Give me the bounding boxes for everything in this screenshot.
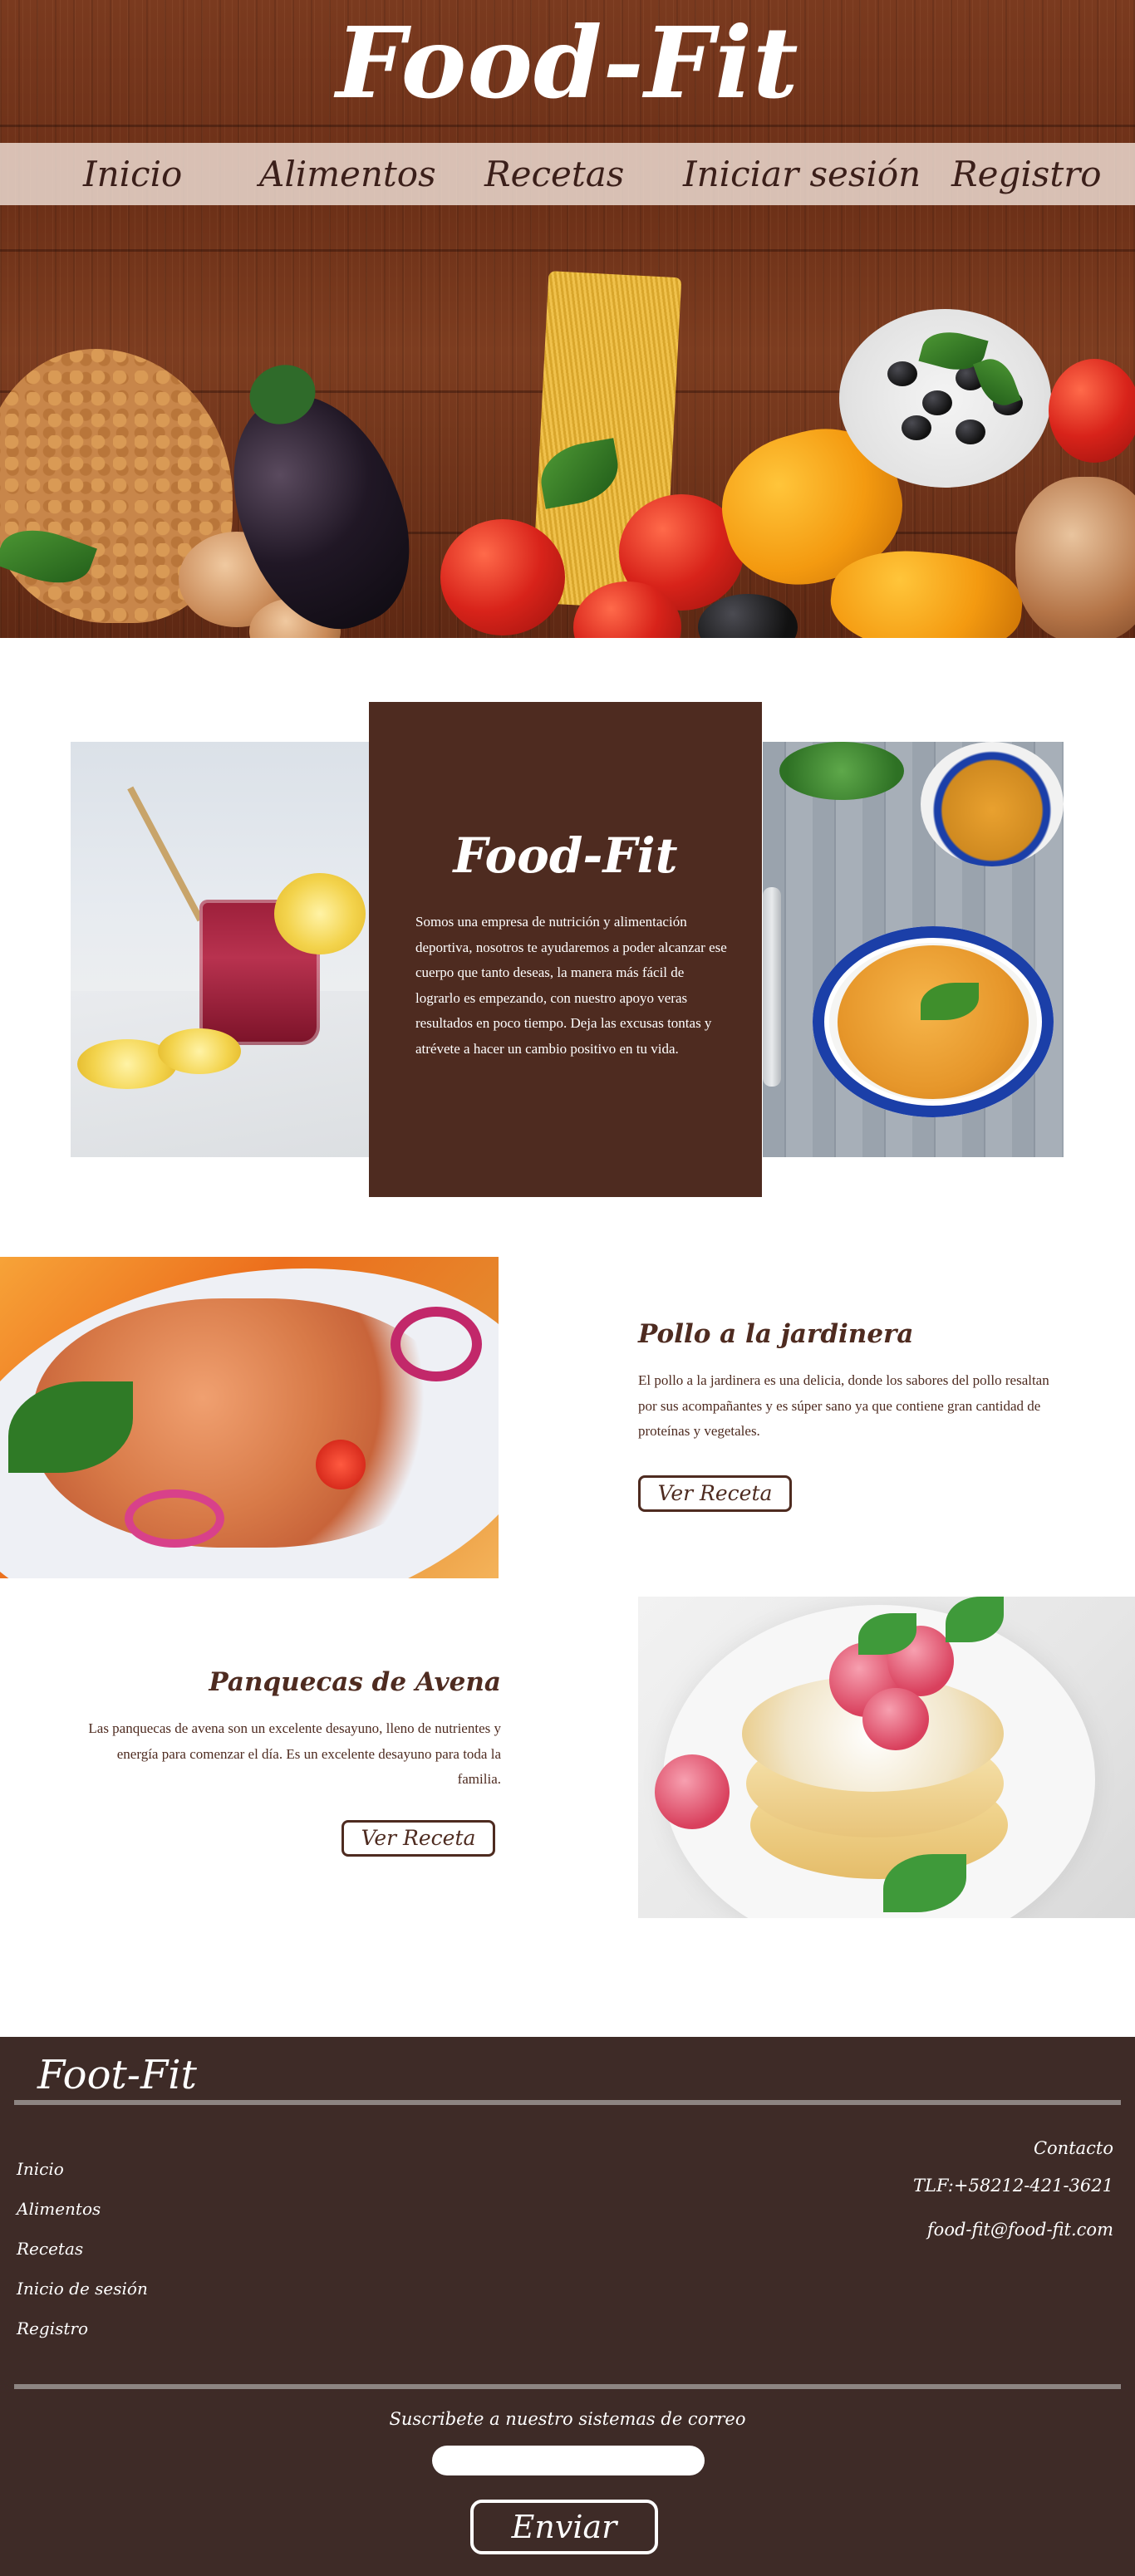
- recipe-1-title: Pollo a la jardinera: [638, 1319, 914, 1349]
- raspberry-shape: [655, 1754, 730, 1829]
- bread-shape: [1015, 477, 1135, 638]
- herbs-shape: [779, 742, 904, 800]
- soup-bowl-shape: [921, 742, 1064, 866]
- recipe-1-button[interactable]: Ver Receta: [638, 1475, 792, 1512]
- tomato-shape: [440, 519, 565, 635]
- olive-shape: [887, 361, 917, 386]
- site-title: Food-Fit: [336, 5, 799, 120]
- spoon-shape: [763, 887, 781, 1087]
- olive-shape: [902, 415, 931, 440]
- lemon-slice-shape: [274, 873, 366, 954]
- olive-shape: [922, 390, 952, 415]
- soup-image: [763, 742, 1064, 1157]
- send-button[interactable]: Enviar: [470, 2500, 658, 2554]
- about-description: Somos una empresa de nutrición y aliment…: [415, 914, 727, 1057]
- contact-phone: TLF:+58212-421-3621: [913, 2176, 1113, 2196]
- red-onion-ring-shape: [391, 1307, 482, 1381]
- contact-email: food-fit@food-fit.com: [926, 2220, 1113, 2240]
- contact-heading: Contacto: [1033, 2138, 1113, 2158]
- about-card: Food-Fit Somos una empresa de nutrición …: [369, 702, 762, 1197]
- drink-image: [71, 742, 370, 1157]
- footer-link-inicio-de-sesion[interactable]: Inicio de sesión: [17, 2278, 148, 2299]
- nav-iniciar-sesion[interactable]: Iniciar sesión: [683, 143, 921, 205]
- pumpkin-soup-shape: [838, 945, 1029, 1099]
- pancakes-image: [638, 1597, 1135, 1918]
- tomato-shape: [1049, 359, 1135, 463]
- footer-link-registro[interactable]: Registro: [17, 2318, 88, 2339]
- raspberry-shape: [862, 1688, 929, 1750]
- main-navigation: Inicio Alimentos Recetas Iniciar sesión …: [0, 143, 1135, 205]
- recipe-2-title: Panquecas de Avena: [209, 1667, 501, 1697]
- cherry-tomato-shape: [316, 1440, 366, 1489]
- wood-plank-line: [0, 249, 1135, 252]
- chicken-salad-image: [0, 1257, 499, 1578]
- hero-banner: Food-Fit Inicio Alimentos Recetas Inicia…: [0, 0, 1135, 638]
- lemon-slice-shape: [158, 1028, 241, 1074]
- straw-shape: [127, 786, 204, 922]
- nav-recetas[interactable]: Recetas: [484, 143, 624, 205]
- nav-alimentos[interactable]: Alimentos: [259, 143, 436, 205]
- site-footer: Foot-Fit Inicio Alimentos Recetas Inicio…: [0, 2037, 1135, 2576]
- recipe-1-description: El pollo a la jardinera es una delicia, …: [638, 1372, 1049, 1439]
- footer-link-recetas[interactable]: Recetas: [17, 2238, 83, 2260]
- footer-divider: [14, 2100, 1121, 2105]
- recipe-2-description: Las panquecas de avena son un excelente …: [88, 1720, 501, 1787]
- wood-plank-line: [0, 125, 1135, 127]
- footer-link-inicio[interactable]: Inicio: [17, 2158, 64, 2180]
- nav-registro[interactable]: Registro: [951, 143, 1102, 205]
- subscribe-label: Suscribete a nuestro sistemas de correo: [389, 2409, 746, 2429]
- olive-shape: [956, 420, 985, 444]
- about-title: Food-Fit: [453, 827, 678, 884]
- email-subscribe-input[interactable]: [432, 2446, 705, 2475]
- footer-link-alimentos[interactable]: Alimentos: [17, 2198, 101, 2220]
- nav-inicio[interactable]: Inicio: [83, 143, 182, 205]
- footer-brand: Foot-Fit: [37, 2052, 197, 2098]
- red-onion-ring-shape: [125, 1489, 224, 1548]
- recipe-2-button[interactable]: Ver Receta: [341, 1820, 495, 1857]
- footer-divider: [14, 2384, 1121, 2389]
